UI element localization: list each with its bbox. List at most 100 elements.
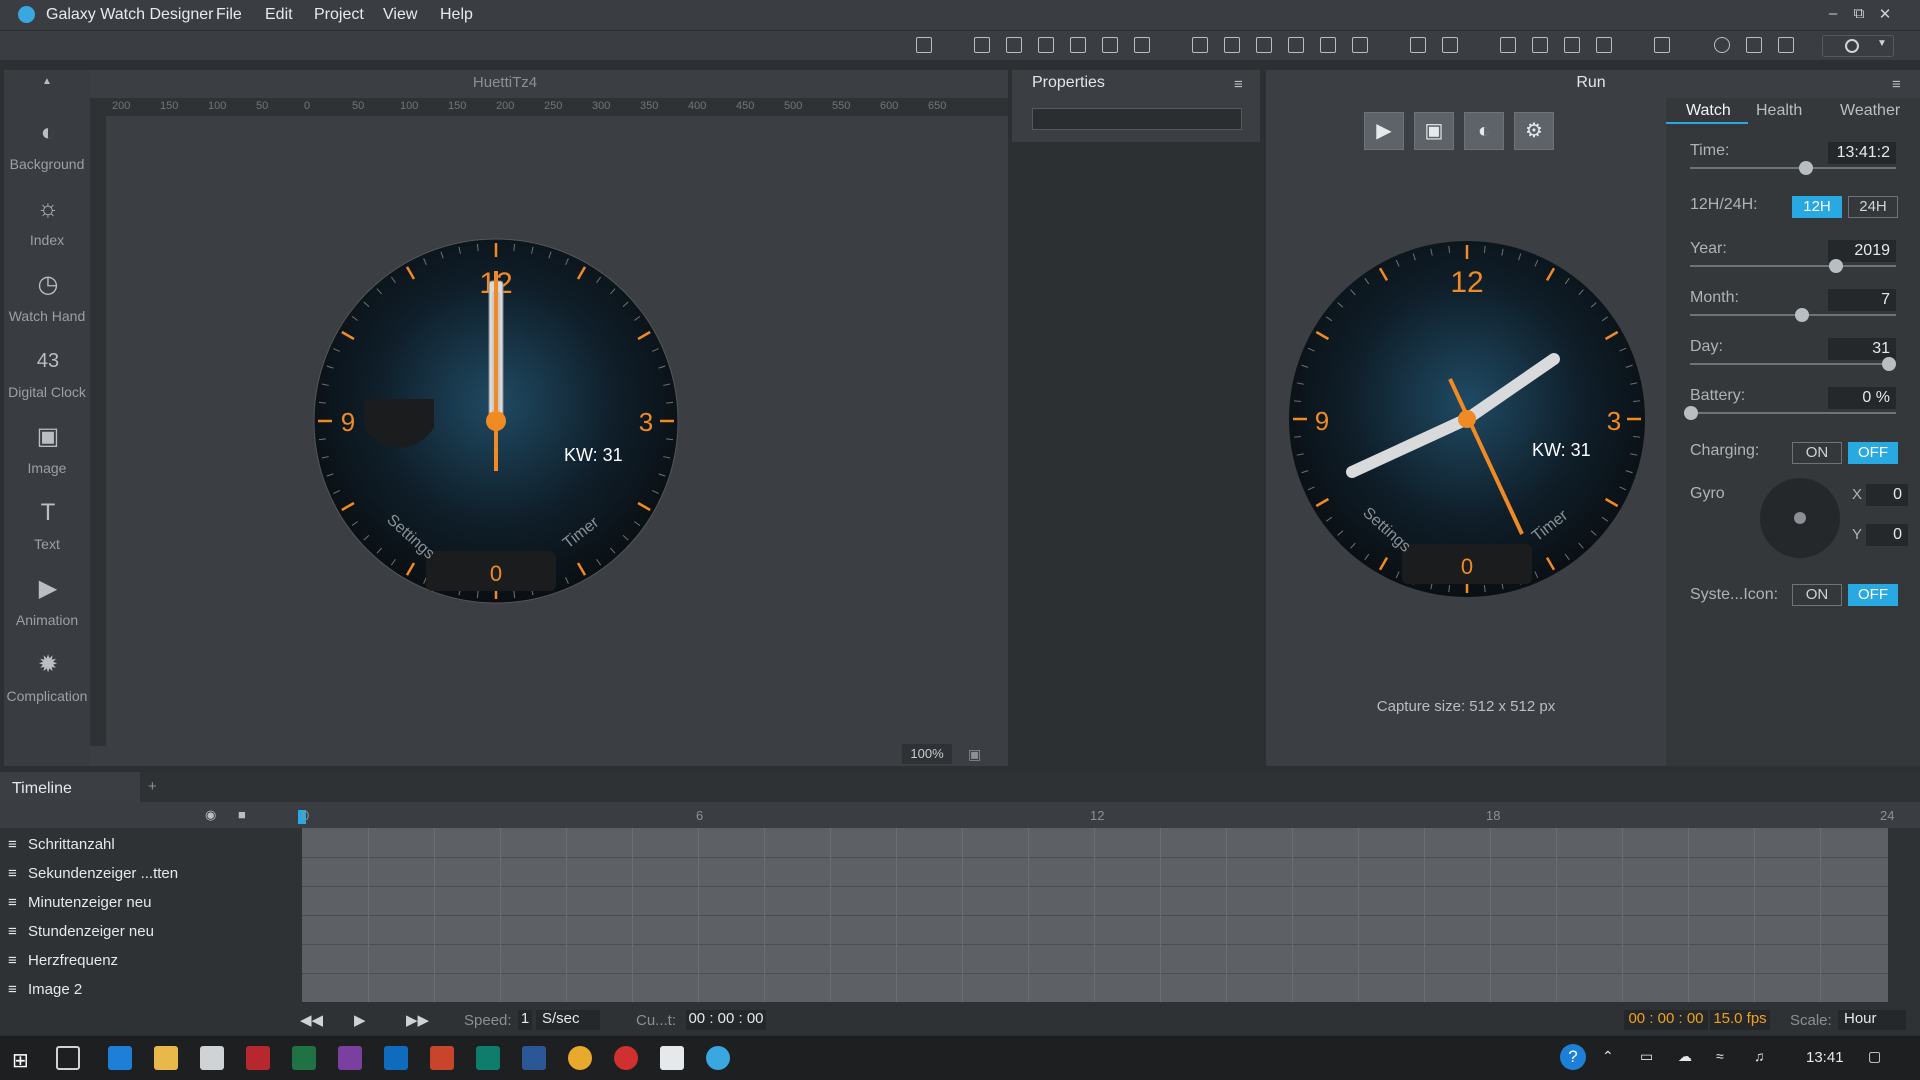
time-field[interactable]: 13:41:2 [1828,142,1896,164]
align-top-icon[interactable] [974,37,990,53]
scroll-up-icon[interactable]: ▲ [42,76,52,87]
time-slider[interactable] [1690,167,1896,169]
distribute-middle-icon[interactable] [1224,37,1240,53]
menu-edit[interactable]: Edit [265,6,293,24]
tool-animation[interactable]: ▶ Animation [4,564,90,640]
day-slider[interactable] [1690,363,1896,365]
restore-icon[interactable]: ⧉ [1846,5,1872,25]
tool-complication[interactable]: ✹ Complication [4,640,90,716]
battery-slider[interactable] [1690,412,1896,414]
align-bottom-icon[interactable] [1038,37,1054,53]
scale-select[interactable]: Hour [1838,1010,1906,1030]
battery-slider-knob[interactable] [1684,406,1698,420]
timeline-tracks[interactable] [302,828,1888,1002]
windows-start-icon[interactable]: ⊞ [12,1048,29,1073]
menu-project[interactable]: Project [314,6,364,24]
layer-row[interactable]: ≡ Herzfrequenz [0,946,280,975]
zoom-level[interactable]: 100% [902,744,952,764]
24h-toggle[interactable]: 24H [1848,196,1898,218]
match-height-icon[interactable] [1442,37,1458,53]
align-left-icon[interactable] [1070,37,1086,53]
lock-icon[interactable]: ■ [238,807,246,822]
settings-button[interactable]: ⚙ [1514,112,1554,150]
speed-unit-select[interactable]: S/sec [536,1010,600,1030]
explorer-icon[interactable] [154,1046,178,1070]
tool-index[interactable]: ☼ Index [4,184,90,260]
system-icon-off-toggle[interactable]: OFF [1848,584,1898,606]
align-right-icon[interactable] [1134,37,1150,53]
tool-digital-clock[interactable]: 43 Digital Clock [4,336,90,412]
send-back-icon[interactable] [1596,37,1612,53]
speed-field[interactable]: 1 [518,1010,532,1030]
run-menu-icon[interactable]: ≡ [1892,76,1901,93]
task-view-icon[interactable] [56,1046,80,1070]
ungroup-icon[interactable] [1532,37,1548,53]
chevron-up-icon[interactable]: ⌃ [1602,1048,1614,1065]
capture-button[interactable]: ▣ [1414,112,1454,150]
match-width-icon[interactable] [1410,37,1426,53]
photos-icon[interactable] [660,1046,684,1070]
cloud-icon[interactable]: ☁ [1678,1048,1692,1065]
align-middle-icon[interactable] [1006,37,1022,53]
charging-on-toggle[interactable]: ON [1792,442,1842,464]
watch-designer-taskbar-icon[interactable] [706,1046,730,1070]
distribute-bottom-icon[interactable] [1256,37,1272,53]
edge-icon[interactable] [108,1046,132,1070]
month-slider-knob[interactable] [1795,308,1809,322]
outlook-icon[interactable] [384,1046,408,1070]
year-slider-knob[interactable] [1829,259,1843,273]
visibility-icon[interactable]: ◉ [205,807,216,823]
theme-dropdown[interactable]: ▼ [1822,35,1894,57]
month-field[interactable]: 7 [1828,289,1896,311]
forward-icon[interactable]: ▶▶ [406,1011,429,1029]
notification-icon[interactable]: ▢ [1868,1048,1881,1065]
menu-view[interactable]: View [383,6,417,24]
play-button[interactable]: ▶ [1364,112,1404,150]
powerpoint-icon[interactable] [430,1046,454,1070]
layer-row[interactable]: ≡ Schrittanzahl [0,830,280,859]
tool-text[interactable]: T Text [4,488,90,564]
target-icon[interactable] [1714,37,1730,53]
gyro-x-field[interactable]: 0 [1866,484,1908,506]
ambient-button[interactable]: ◐ [1464,112,1504,150]
tab-health[interactable]: Health [1756,102,1802,120]
tab-watch[interactable]: Watch [1686,102,1731,120]
timeline-tab[interactable]: Timeline [0,772,140,802]
gyro-knob[interactable] [1794,512,1806,524]
tab-weather[interactable]: Weather [1840,102,1900,120]
charging-off-toggle[interactable]: OFF [1848,442,1898,464]
store-icon[interactable] [200,1046,224,1070]
battery-field[interactable]: 0 % [1828,387,1896,409]
current-time-field[interactable]: 00 : 00 : 00 [686,1010,766,1030]
gyro-pad[interactable] [1760,478,1840,558]
distribute-center-icon[interactable] [1320,37,1336,53]
12h-toggle[interactable]: 12H [1792,196,1842,218]
align-center-icon[interactable] [1102,37,1118,53]
minimize-icon[interactable]: – [1820,5,1846,25]
group-icon[interactable] [1500,37,1516,53]
panel-menu-icon[interactable]: ≡ [1234,76,1243,93]
chrome-icon[interactable] [568,1046,592,1070]
year-slider[interactable] [1690,265,1896,267]
volume-icon[interactable]: ♫ [1754,1048,1765,1064]
close-icon[interactable]: ✕ [1872,5,1898,25]
layer-row[interactable]: ≡ Minutenzeiger neu [0,888,280,917]
access-icon[interactable] [246,1046,270,1070]
tool-watch-hand[interactable]: ◷ Watch Hand [4,260,90,336]
store-icon[interactable] [1654,37,1670,53]
day-slider-knob[interactable] [1882,357,1896,371]
play-icon[interactable]: ▶ [354,1011,366,1029]
properties-search-input[interactable] [1032,108,1242,130]
design-canvas[interactable]: 12 3 9 0 KW: 31 Settings Timer [106,116,1008,744]
taskbar-clock[interactable]: 13:41 [1806,1049,1844,1066]
distribute-left-icon[interactable] [1288,37,1304,53]
gyro-y-field[interactable]: 0 [1866,524,1908,546]
menu-help[interactable]: Help [440,6,473,24]
publisher-icon[interactable] [476,1046,500,1070]
fit-screen-icon[interactable] [916,37,932,53]
vivaldi-icon[interactable] [614,1046,638,1070]
layer-row[interactable]: ≡ Image 2 [0,975,280,1004]
tool-background[interactable]: ◐ Background [4,108,90,184]
tool-image[interactable]: ▣ Image [4,412,90,488]
word-icon[interactable] [522,1046,546,1070]
